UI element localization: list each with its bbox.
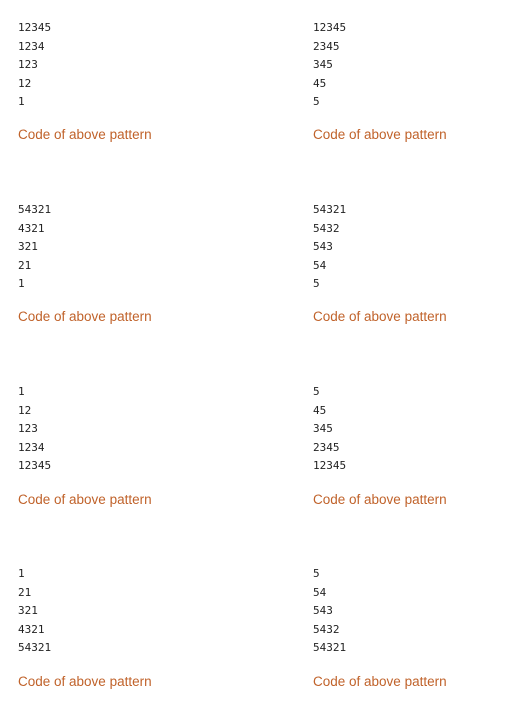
- pattern-line: 21: [18, 258, 32, 272]
- pattern-line: 1: [18, 277, 25, 290]
- pattern-line: 5432: [313, 622, 340, 636]
- pattern-line: 1234: [18, 39, 45, 53]
- pattern-line: 54321: [18, 641, 52, 654]
- pattern-line: 1234: [18, 440, 45, 454]
- code-of-pattern-link[interactable]: Code of above pattern: [313, 127, 447, 142]
- pattern-line: 2345: [313, 39, 340, 53]
- pattern-line: 543: [313, 240, 333, 253]
- pattern-block: 12345 2345 345 45 5 Code of above patter…: [313, 19, 518, 142]
- pattern-line: 543: [313, 604, 333, 617]
- pattern-block: 54321 4321 321 21 1 Code of above patter…: [18, 201, 248, 324]
- pattern-line: 54321: [18, 203, 52, 216]
- pattern-line: 54: [313, 258, 327, 272]
- pattern-line: 12345: [313, 21, 347, 34]
- pattern-block: 5 45 345 2345 12345 Code of above patter…: [313, 383, 518, 507]
- pattern-block: 1 12 123 1234 12345 Code of above patter…: [18, 383, 248, 507]
- number-pattern: 12345 1234 123 12 1: [18, 19, 248, 112]
- pattern-line: 4321: [18, 622, 45, 636]
- pattern-line: 345: [313, 58, 333, 71]
- pattern-line: 1: [18, 567, 25, 580]
- pattern-line: 321: [18, 604, 38, 617]
- pattern-line: 45: [313, 403, 327, 417]
- pattern-line: 5: [313, 385, 320, 398]
- code-of-pattern-link[interactable]: Code of above pattern: [313, 492, 447, 507]
- pattern-line: 12: [18, 403, 32, 417]
- code-of-pattern-link[interactable]: Code of above pattern: [313, 309, 447, 324]
- number-pattern: 5 54 543 5432 54321: [313, 565, 518, 658]
- pattern-line: 5: [313, 567, 320, 580]
- pattern-line: 12345: [313, 459, 347, 472]
- number-pattern: 12345 2345 345 45 5: [313, 19, 518, 112]
- number-pattern: 1 12 123 1234 12345: [18, 383, 248, 476]
- pattern-line: 4321: [18, 221, 45, 235]
- pattern-line: 5: [313, 95, 320, 108]
- code-of-pattern-link[interactable]: Code of above pattern: [18, 127, 152, 142]
- pattern-line: 123: [18, 58, 38, 71]
- pattern-line: 45: [313, 76, 327, 90]
- number-pattern: 1 21 321 4321 54321: [18, 565, 248, 658]
- pattern-line: 54321: [313, 203, 347, 216]
- number-pattern: 54321 5432 543 54 5: [313, 201, 518, 294]
- number-pattern: 54321 4321 321 21 1: [18, 201, 248, 294]
- pattern-line: 321: [18, 240, 38, 253]
- pattern-block: 12345 1234 123 12 1 Code of above patter…: [18, 19, 248, 142]
- pattern-line: 54: [313, 585, 327, 599]
- pattern-line: 21: [18, 585, 32, 599]
- code-of-pattern-link[interactable]: Code of above pattern: [18, 492, 152, 507]
- pattern-line: 54321: [313, 641, 347, 654]
- code-of-pattern-link[interactable]: Code of above pattern: [313, 674, 447, 689]
- pattern-line: 5: [313, 277, 320, 290]
- number-pattern: 5 45 345 2345 12345: [313, 383, 518, 476]
- pattern-line: 123: [18, 422, 38, 435]
- pattern-grid: 12345 1234 123 12 1 Code of above patter…: [0, 0, 518, 709]
- pattern-block: 54321 5432 543 54 5 Code of above patter…: [313, 201, 518, 324]
- pattern-line: 5432: [313, 221, 340, 235]
- pattern-line: 12345: [18, 21, 52, 34]
- pattern-block: 1 21 321 4321 54321 Code of above patter…: [18, 565, 248, 689]
- code-of-pattern-link[interactable]: Code of above pattern: [18, 309, 152, 324]
- code-of-pattern-link[interactable]: Code of above pattern: [18, 674, 152, 689]
- pattern-line: 1: [18, 95, 25, 108]
- pattern-line: 12: [18, 76, 32, 90]
- pattern-line: 345: [313, 422, 333, 435]
- pattern-block: 5 54 543 5432 54321 Code of above patter…: [313, 565, 518, 689]
- pattern-line: 1: [18, 385, 25, 398]
- pattern-line: 2345: [313, 440, 340, 454]
- pattern-line: 12345: [18, 459, 52, 472]
